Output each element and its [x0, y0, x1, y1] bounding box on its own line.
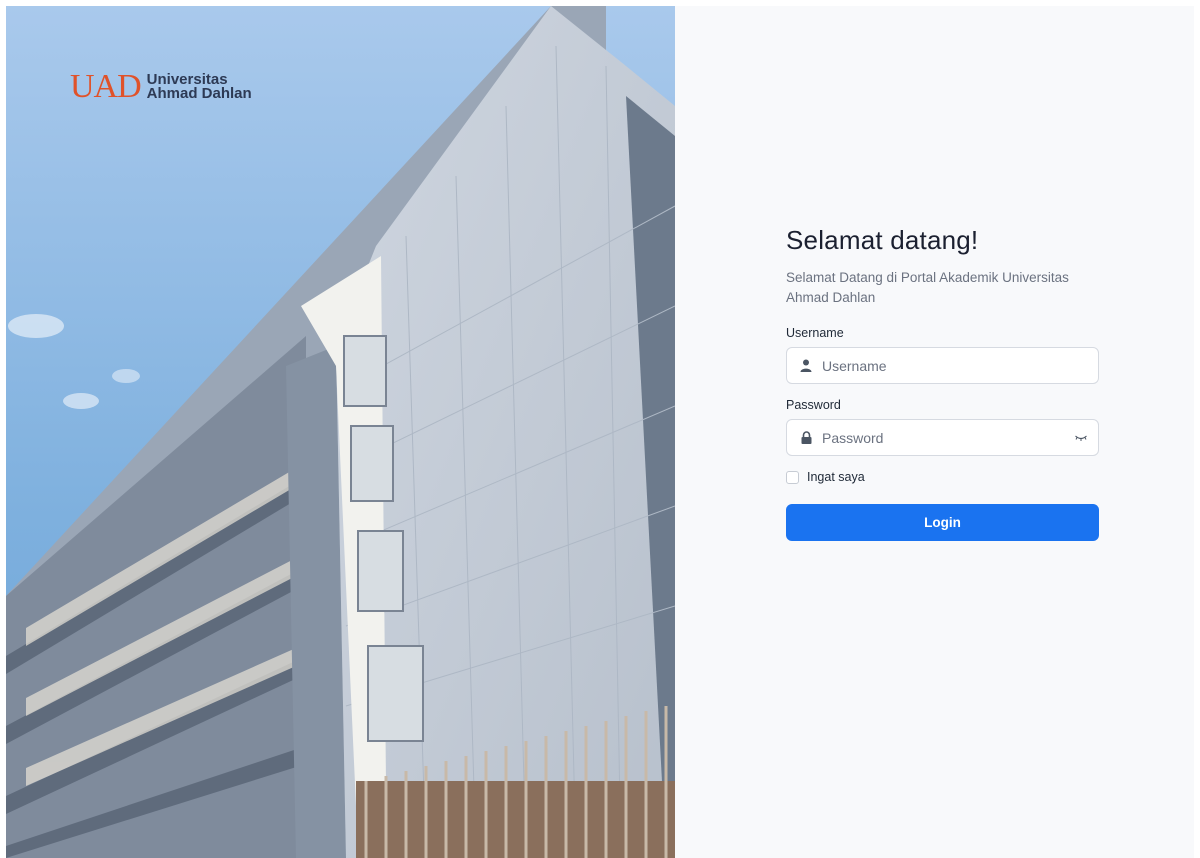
remember-checkbox[interactable] — [786, 470, 799, 484]
remember-label: Ingat saya — [807, 470, 865, 484]
hero-image-panel: UAD Universitas Ahmad Dahlan — [6, 6, 675, 858]
username-input[interactable] — [822, 348, 1098, 383]
logo-wordmark: Universitas Ahmad Dahlan — [146, 72, 252, 102]
logo-mark: UAD — [70, 68, 142, 105]
lock-icon — [799, 431, 813, 445]
page-title: Selamat datang! — [786, 225, 979, 255]
uad-logo: UAD Universitas Ahmad Dahlan — [70, 70, 252, 104]
user-icon — [799, 359, 813, 373]
username-field[interactable] — [786, 347, 1099, 384]
campus-building-image — [6, 6, 675, 858]
login-button[interactable]: Login — [786, 504, 1099, 541]
login-panel: Selamat datang! Selamat Datang di Portal… — [675, 6, 1194, 858]
password-label: Password — [786, 398, 841, 412]
logo-line-2: Ahmad Dahlan — [146, 85, 252, 102]
remember-me[interactable]: Ingat saya — [786, 470, 1099, 484]
username-label: Username — [786, 326, 844, 340]
login-form: Selamat datang! Selamat Datang di Portal… — [786, 225, 1099, 541]
eye-closed-icon[interactable] — [1074, 432, 1088, 444]
password-input[interactable] — [822, 420, 1098, 455]
password-field[interactable] — [786, 419, 1099, 456]
page-subtitle: Selamat Datang di Portal Akademik Univer… — [786, 270, 1069, 305]
